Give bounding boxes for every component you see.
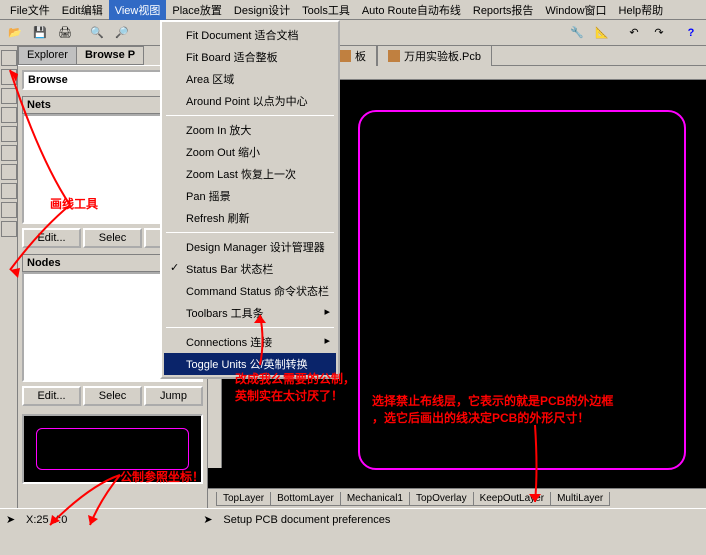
view-dropdown: Fit Document 适合文档 Fit Board 适合整板 Area 区域…	[160, 20, 340, 379]
open-icon[interactable]: 📂	[4, 22, 26, 44]
layer-tab-bottom[interactable]: BottomLayer	[270, 492, 341, 506]
menuitem-refresh[interactable]: Refresh 刷新	[164, 207, 336, 229]
menuitem-design-manager[interactable]: Design Manager 设计管理器	[164, 236, 336, 258]
nodes-edit-button[interactable]: Edit...	[22, 386, 81, 406]
menuitem-fit-document[interactable]: Fit Document 适合文档	[164, 24, 336, 46]
main-toolbar: 📂 💾 🖨 🔍 🔎 🔧 📐 ↶ ↷ ?	[0, 20, 706, 46]
menuitem-command-status[interactable]: Command Status 命令状态栏	[164, 280, 336, 302]
tool-arc[interactable]	[1, 164, 17, 180]
layer-tab-multi[interactable]: MultiLayer	[550, 492, 610, 506]
menu-place[interactable]: Place放置	[166, 0, 228, 20]
menuitem-zoom-last[interactable]: Zoom Last 恢复上一次	[164, 163, 336, 185]
menuitem-fit-board[interactable]: Fit Board 适合整板	[164, 46, 336, 68]
menu-help[interactable]: Help帮助	[613, 0, 670, 20]
pcb-file-icon	[388, 50, 400, 62]
menu-separator	[166, 232, 334, 233]
menuitem-pan[interactable]: Pan 摇景	[164, 185, 336, 207]
help-icon[interactable]: ?	[680, 22, 702, 44]
menuitem-status-bar[interactable]: Status Bar 状态栏	[164, 258, 336, 280]
tab-browse-pcb[interactable]: Browse P	[76, 46, 144, 65]
menu-edit[interactable]: Edit编辑	[56, 0, 109, 20]
doc-tab-2-label: 万用实验板.Pcb	[404, 48, 481, 64]
pointer-icon: ➤	[203, 513, 217, 527]
status-hint: Setup PCB document preferences	[223, 514, 390, 526]
menuitem-toolbars[interactable]: Toolbars 工具条	[164, 302, 336, 324]
nodes-select-button[interactable]: Selec	[83, 386, 142, 406]
nets-select-button[interactable]: Selec	[83, 228, 142, 248]
layer-tabs: TopLayer BottomLayer Mechanical1 TopOver…	[208, 488, 706, 508]
menu-autoroute[interactable]: Auto Route自动布线	[356, 0, 467, 20]
tool-cursor[interactable]	[1, 50, 17, 66]
statusbar: ➤ X:25 Y:0 ➤ Setup PCB document preferen…	[0, 508, 706, 530]
browse-combo-label: Browse	[28, 74, 68, 86]
zoom-out-icon[interactable]: 🔎	[111, 22, 133, 44]
zoom-in-icon[interactable]: 🔍	[86, 22, 108, 44]
pointer-icon: ➤	[6, 513, 20, 527]
layer-tab-top[interactable]: TopLayer	[216, 492, 271, 506]
tool2-icon[interactable]: 📐	[591, 22, 613, 44]
menubar: File文件 Edit编辑 View视图 Place放置 Design设计 To…	[0, 0, 706, 20]
menu-window[interactable]: Window窗口	[539, 0, 612, 20]
redo-icon[interactable]: ↷	[648, 22, 670, 44]
menuitem-toggle-units[interactable]: Toggle Units 公/英制转换	[164, 353, 336, 375]
layer-tab-topoverlay[interactable]: TopOverlay	[409, 492, 474, 506]
print-icon[interactable]: 🖨	[54, 22, 76, 44]
pcb-outline	[358, 110, 686, 470]
tab-explorer[interactable]: Explorer	[18, 46, 77, 65]
left-tool-strip	[0, 46, 18, 508]
menu-view[interactable]: View视图	[109, 0, 167, 20]
tool-line[interactable]	[1, 69, 17, 85]
menu-reports[interactable]: Reports报告	[467, 0, 540, 20]
nets-edit-button[interactable]: Edit...	[22, 228, 81, 248]
undo-icon[interactable]: ↶	[623, 22, 645, 44]
menu-separator	[166, 327, 334, 328]
layer-tab-keepout[interactable]: KeepOutLayer	[473, 492, 552, 506]
menuitem-area[interactable]: Area 区域	[164, 68, 336, 90]
tool-dim[interactable]	[1, 202, 17, 218]
menu-separator	[166, 115, 334, 116]
doc-tab-1-label: 板	[355, 48, 366, 64]
tool-fill[interactable]	[1, 183, 17, 199]
menuitem-zoom-out[interactable]: Zoom Out 缩小	[164, 141, 336, 163]
menuitem-connections[interactable]: Connections 连接	[164, 331, 336, 353]
save-icon[interactable]: 💾	[29, 22, 51, 44]
pcb-file-icon	[339, 50, 351, 62]
status-coords: X:25 Y:0	[26, 514, 67, 526]
nodes-jump-button[interactable]: Jump	[144, 386, 203, 406]
tool-text[interactable]	[1, 126, 17, 142]
pcb-minimap[interactable]	[22, 414, 203, 484]
tool-origin[interactable]	[1, 221, 17, 237]
document-tab-2[interactable]: 万用实验板.Pcb	[377, 45, 492, 67]
menuitem-zoom-in[interactable]: Zoom In 放大	[164, 119, 336, 141]
tool-pad[interactable]	[1, 88, 17, 104]
menu-design[interactable]: Design设计	[228, 0, 296, 20]
tool-via[interactable]	[1, 107, 17, 123]
layer-tab-mech1[interactable]: Mechanical1	[340, 492, 410, 506]
menu-file[interactable]: File文件	[4, 0, 56, 20]
menu-tools[interactable]: Tools工具	[296, 0, 356, 20]
menuitem-around-point[interactable]: Around Point 以点为中心	[164, 90, 336, 112]
tool-icon[interactable]: 🔧	[566, 22, 588, 44]
tool-rect[interactable]	[1, 145, 17, 161]
